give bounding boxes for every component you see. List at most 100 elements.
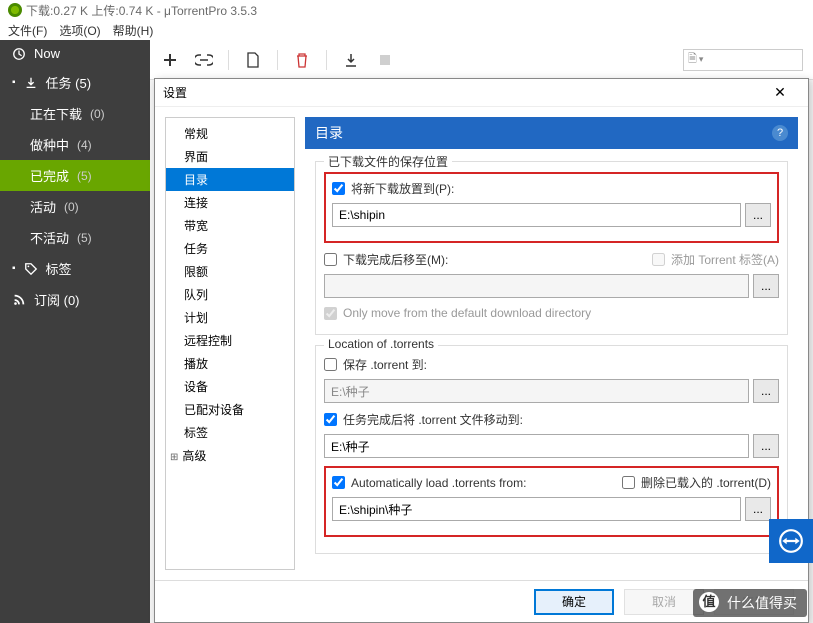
- search-box[interactable]: 🗎▾: [683, 49, 803, 71]
- chk-label: Only move from the default download dire…: [343, 306, 591, 320]
- chk-label: 删除已载入的 .torrent(D): [641, 474, 771, 491]
- chk-label: Automatically load .torrents from:: [351, 476, 526, 490]
- sidebar-now[interactable]: Now: [0, 40, 150, 67]
- menu-file[interactable]: 文件(F): [8, 22, 47, 39]
- tag-icon: [24, 262, 38, 276]
- chk-label: 任务完成后将 .torrent 文件移动到:: [343, 411, 523, 428]
- cat-general[interactable]: 常规: [166, 122, 294, 145]
- sidebar-item-label: Now: [34, 46, 60, 61]
- window-titlebar: 下载:0.27 K 上传:0.74 K - μTorrentPro 3.5.3: [0, 0, 813, 20]
- expand-icon: ▪: [12, 263, 16, 274]
- toolbar-separator: [326, 50, 327, 70]
- cat-queue[interactable]: 队列: [166, 283, 294, 306]
- cancel-button[interactable]: 取消: [624, 589, 704, 615]
- help-icon[interactable]: ?: [772, 125, 788, 141]
- chk-label: 下载完成后移至(M):: [343, 251, 448, 268]
- menu-options[interactable]: 选项(O): [59, 22, 100, 39]
- cat-bandwidth[interactable]: 带宽: [166, 214, 294, 237]
- start-button[interactable]: [341, 50, 361, 70]
- chk-move-torrent[interactable]: [324, 413, 337, 426]
- toolbar-separator: [228, 50, 229, 70]
- sidebar-item-label: 已完成: [30, 166, 69, 185]
- chk-delete-loaded[interactable]: [622, 476, 635, 489]
- document-icon: 🗎: [688, 50, 697, 69]
- sidebar-item-label: 做种中: [30, 135, 69, 154]
- sidebar-tasks[interactable]: ▪ 任务 (5): [0, 67, 150, 98]
- cat-labels[interactable]: 标签: [166, 421, 294, 444]
- highlight-autoload: Automatically load .torrents from: 删除已载入…: [324, 466, 779, 537]
- close-button[interactable]: ✕: [760, 84, 800, 101]
- ok-button[interactable]: 确定: [534, 589, 614, 615]
- clock-icon: [12, 47, 26, 61]
- sidebar-item-label: 标签: [46, 259, 72, 278]
- teamviewer-badge[interactable]: [769, 519, 813, 563]
- settings-titlebar: 设置 ✕: [155, 79, 808, 107]
- path-autoload-input[interactable]: [332, 497, 741, 521]
- sidebar-item-label: 订阅 (0): [34, 290, 80, 309]
- browse-button[interactable]: ...: [753, 434, 779, 458]
- cat-schedule[interactable]: 计划: [166, 306, 294, 329]
- path-put-new-input[interactable]: [332, 203, 741, 227]
- cat-quota[interactable]: 限额: [166, 260, 294, 283]
- settings-dialog: 设置 ✕ 常规 界面 目录 连接 带宽 任务 限额 队列 计划 远程控制 播放 …: [154, 78, 809, 623]
- group-title: Location of .torrents: [324, 337, 438, 351]
- chk-label: 保存 .torrent 到:: [343, 356, 427, 373]
- add-url-button[interactable]: [194, 50, 214, 70]
- menu-help[interactable]: 帮助(H): [113, 22, 154, 39]
- cat-playback[interactable]: 播放: [166, 352, 294, 375]
- sidebar-feeds[interactable]: 订阅 (0): [0, 284, 150, 315]
- sidebar-item-active[interactable]: 活动 (0): [0, 191, 150, 222]
- chk-label: 添加 Torrent 标签(A): [671, 251, 779, 268]
- chk-put-new-downloads[interactable]: [332, 182, 345, 195]
- collapse-icon: ▪: [12, 77, 16, 88]
- browse-button[interactable]: ...: [745, 497, 771, 521]
- sidebar-item-label: 正在下载: [30, 104, 82, 123]
- browse-button[interactable]: ...: [745, 203, 771, 227]
- chk-autoload-torrents[interactable]: [332, 476, 345, 489]
- cat-remote[interactable]: 远程控制: [166, 329, 294, 352]
- cat-advanced[interactable]: 高级: [166, 444, 294, 467]
- cat-directories[interactable]: 目录: [166, 168, 294, 191]
- panel-title: 目录: [315, 123, 343, 143]
- browse-button[interactable]: ...: [753, 274, 779, 298]
- sidebar-item-label: 任务 (5): [46, 73, 92, 92]
- chk-append-label[interactable]: [652, 253, 665, 266]
- panel-header: 目录 ?: [305, 117, 798, 149]
- path-move-completed-input: [324, 274, 749, 298]
- settings-panel: 目录 ? 已下载文件的保存位置 将新下载放置到(P): ...: [305, 117, 798, 570]
- watermark: 什么值得买: [693, 589, 807, 617]
- settings-category-list[interactable]: 常规 界面 目录 连接 带宽 任务 限额 队列 计划 远程控制 播放 设备 已配…: [165, 117, 295, 570]
- cat-connection[interactable]: 连接: [166, 191, 294, 214]
- group-torrent-location: Location of .torrents 保存 .torrent 到: ...…: [315, 345, 788, 554]
- cat-paired[interactable]: 已配对设备: [166, 398, 294, 421]
- sidebar-labels[interactable]: ▪ 标签: [0, 253, 150, 284]
- browse-button[interactable]: ...: [753, 379, 779, 403]
- cat-devices[interactable]: 设备: [166, 375, 294, 398]
- sidebar-item-inactive[interactable]: 不活动 (5): [0, 222, 150, 253]
- sidebar-item-label: 活动: [30, 197, 56, 216]
- cat-tasks[interactable]: 任务: [166, 237, 294, 260]
- teamviewer-icon: [778, 528, 804, 554]
- group-title: 已下载文件的保存位置: [324, 153, 452, 170]
- group-download-location: 已下载文件的保存位置 将新下载放置到(P): ... 下载完: [315, 161, 788, 335]
- toolbar: 🗎▾: [150, 40, 813, 80]
- chk-label: 将新下载放置到(P):: [351, 180, 454, 197]
- app-logo-icon: [8, 3, 22, 17]
- chk-move-completed[interactable]: [324, 253, 337, 266]
- sidebar-item-seeding[interactable]: 做种中 (4): [0, 129, 150, 160]
- settings-title: 设置: [163, 84, 187, 101]
- menubar: 文件(F) 选项(O) 帮助(H): [0, 20, 813, 40]
- stop-button[interactable]: [375, 50, 395, 70]
- chk-save-torrent[interactable]: [324, 358, 337, 371]
- add-torrent-button[interactable]: [160, 50, 180, 70]
- sidebar-item-downloading[interactable]: 正在下载 (0): [0, 98, 150, 129]
- remove-button[interactable]: [292, 50, 312, 70]
- create-torrent-button[interactable]: [243, 50, 263, 70]
- window-title: 下载:0.27 K 上传:0.74 K - μTorrentPro 3.5.3: [26, 2, 257, 19]
- path-move-torrent-input[interactable]: [324, 434, 749, 458]
- chevron-down-icon: ▾: [699, 54, 704, 65]
- sidebar-item-completed[interactable]: 已完成 (5): [0, 160, 150, 191]
- sidebar-item-label: 不活动: [30, 228, 69, 247]
- cat-ui[interactable]: 界面: [166, 145, 294, 168]
- chk-only-move-default: [324, 307, 337, 320]
